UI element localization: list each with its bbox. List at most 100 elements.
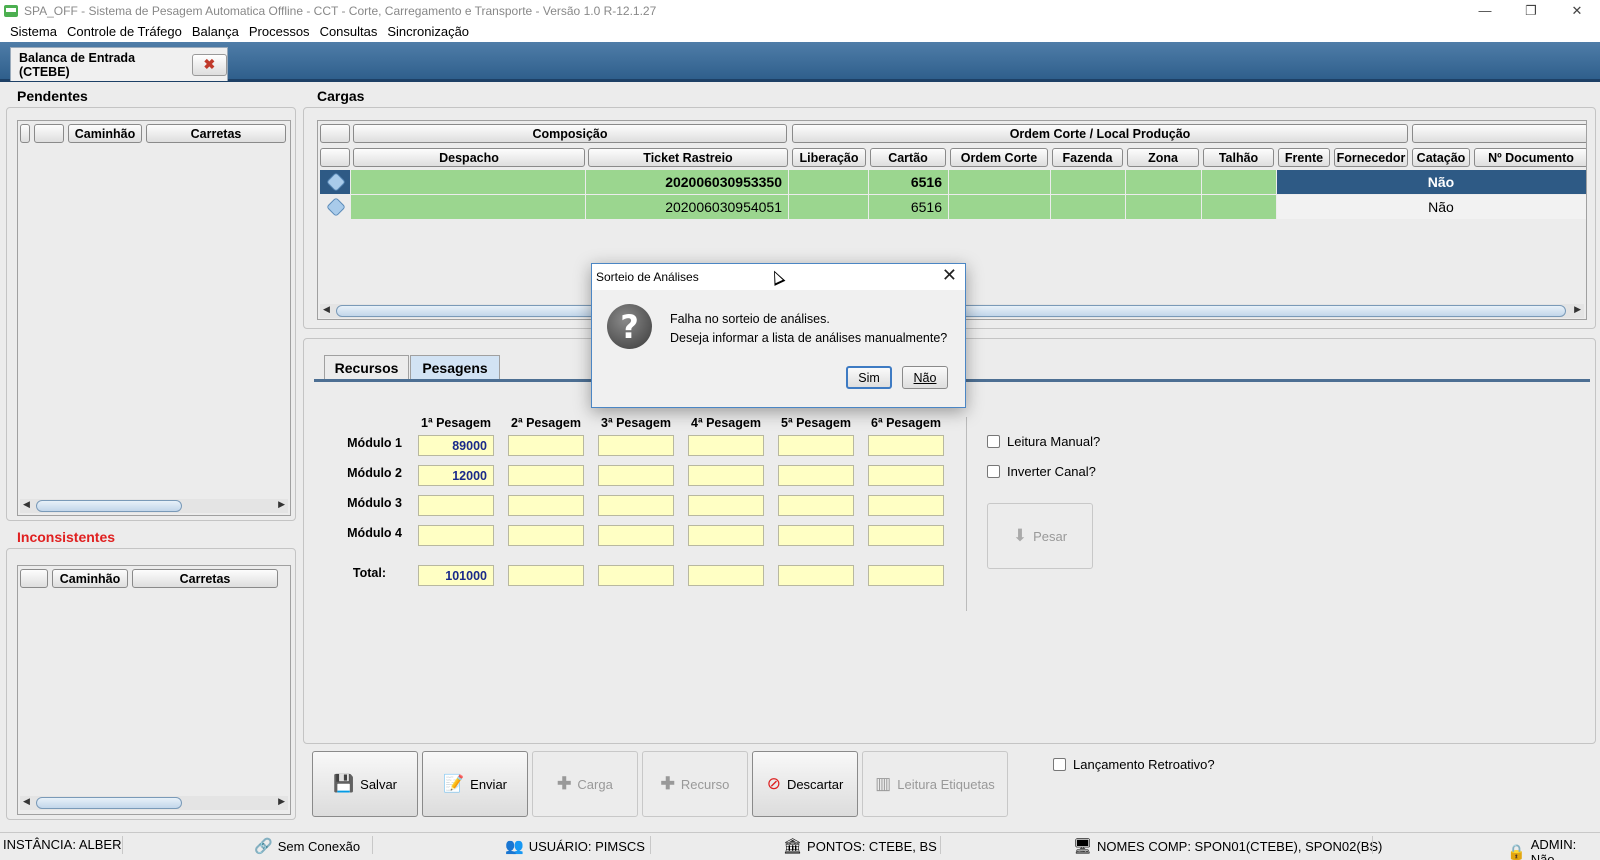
inconsistentes-col-caminhao[interactable]: Caminhão <box>52 569 128 588</box>
cargas-col-zona[interactable]: Zona <box>1127 148 1199 167</box>
modulo-2-pesagem-3[interactable] <box>598 465 674 486</box>
cargas-group-blank[interactable] <box>320 124 350 143</box>
modulo-4-pesagem-5[interactable] <box>778 525 854 546</box>
modulo-1-pesagem-3[interactable] <box>598 435 674 456</box>
carga-button[interactable]: ✚ Carga <box>532 751 638 817</box>
modulo-3-pesagem-4[interactable] <box>688 495 764 516</box>
recurso-button[interactable]: ✚ Recurso <box>642 751 748 817</box>
menu-sistema[interactable]: Sistema <box>5 24 62 39</box>
cargas-col-talhao[interactable]: Talhão <box>1203 148 1274 167</box>
scroll-right-arrow-icon[interactable]: ▶ <box>278 499 285 510</box>
lancamento-retroativo-checkbox[interactable]: Lançamento Retroativo? <box>1053 757 1215 772</box>
cargas-col-n-documento[interactable]: Nº Documento <box>1474 148 1586 167</box>
pendentes-col-caminhao[interactable]: Caminhão <box>68 124 142 143</box>
modulo-4-pesagem-1[interactable] <box>418 525 494 546</box>
table-row[interactable]: 202006030954051 6516 Não <box>318 195 1586 219</box>
cargas-col-frente[interactable]: Frente <box>1278 148 1330 167</box>
pendentes-list[interactable]: Caminhão Carretas ◀ ▶ <box>17 120 291 516</box>
pesar-label: Pesar <box>1033 528 1068 544</box>
minimize-button[interactable]: — <box>1462 0 1508 21</box>
modulo-1-pesagem-1[interactable]: 89000 <box>418 435 494 456</box>
inconsistentes-col-carretas[interactable]: Carretas <box>132 569 278 588</box>
modulo-3-pesagem-5[interactable] <box>778 495 854 516</box>
modulo-2-pesagem-4[interactable] <box>688 465 764 486</box>
cargas-col-cartao[interactable]: Cartão <box>870 148 946 167</box>
scroll-right-arrow-icon[interactable]: ▶ <box>278 796 285 807</box>
modulo-1-pesagem-2[interactable] <box>508 435 584 456</box>
modulo-3-pesagem-3[interactable] <box>598 495 674 516</box>
inconsistentes-list[interactable]: Caminhão Carretas ◀ ▶ <box>17 565 291 815</box>
salvar-button[interactable]: 💾 Salvar <box>312 751 418 817</box>
dialog-message-line-2: Deseja informar a lista de análises manu… <box>670 331 948 345</box>
enviar-button[interactable]: 📝 Enviar <box>422 751 528 817</box>
cargas-col-fazenda[interactable]: Fazenda <box>1052 148 1123 167</box>
inconsistentes-col-select[interactable] <box>20 569 48 588</box>
descartar-button[interactable]: ⊘ Descartar <box>752 751 858 817</box>
menu-controle-trafego[interactable]: Controle de Tráfego <box>62 24 187 39</box>
modulo-4-pesagem-2[interactable] <box>508 525 584 546</box>
scroll-left-arrow-icon[interactable]: ◀ <box>23 796 30 807</box>
modulo-1-pesagem-5[interactable] <box>778 435 854 456</box>
modulo-2-pesagem-6[interactable] <box>868 465 944 486</box>
scroll-thumb[interactable] <box>36 500 182 512</box>
tab-pesagens[interactable]: Pesagens <box>410 355 500 379</box>
modulo-3-pesagem-6[interactable] <box>868 495 944 516</box>
modulo-1-pesagem-4[interactable] <box>688 435 764 456</box>
leitura-etiquetas-button[interactable]: ▥ Leitura Etiquetas <box>862 751 1008 817</box>
pendentes-col-carretas[interactable]: Carretas <box>146 124 286 143</box>
cargas-col-ticket[interactable]: Ticket Rastreio <box>588 148 788 167</box>
menu-balanca[interactable]: Balança <box>187 24 244 39</box>
scroll-left-arrow-icon[interactable]: ◀ <box>23 499 30 510</box>
menu-processos[interactable]: Processos <box>244 24 315 39</box>
tab-recursos[interactable]: Recursos <box>324 355 409 379</box>
menu-consultas[interactable]: Consultas <box>315 24 383 39</box>
total-pesagem-3 <box>598 565 674 586</box>
inverter-canal-checkbox[interactable]: Inverter Canal? <box>987 464 1096 479</box>
divider <box>1372 836 1373 854</box>
cargas-col-ordem-corte[interactable]: Ordem Corte <box>950 148 1048 167</box>
cargas-col-select[interactable] <box>320 148 350 167</box>
tab-label: Balanca de Entrada (CTEBE) <box>19 50 136 79</box>
pendentes-col-select[interactable] <box>20 124 30 143</box>
pendentes-scrollbar[interactable]: ◀ ▶ <box>20 499 288 513</box>
dialog-close-icon[interactable]: ✕ <box>942 265 957 286</box>
checkbox-box[interactable] <box>987 465 1000 478</box>
close-tab-button[interactable]: ✖ <box>191 53 227 76</box>
menu-sincronizacao[interactable]: Sincronização <box>382 24 474 39</box>
status-instancia: INSTÂNCIA: ALBER <box>3 837 121 852</box>
checkbox-box[interactable] <box>987 435 1000 448</box>
plus-icon: ✚ <box>660 774 675 793</box>
modulo-4-pesagem-6[interactable] <box>868 525 944 546</box>
row-marker-icon <box>326 197 346 217</box>
cargas-col-liberacao[interactable]: Liberação <box>792 148 866 167</box>
cargas-col-fornecedor[interactable]: Fornecedor <box>1334 148 1408 167</box>
cargas-group-composicao[interactable]: Composição <box>353 124 787 143</box>
inconsistentes-scrollbar[interactable]: ◀ ▶ <box>20 796 288 810</box>
modulo-2-pesagem-1[interactable]: 12000 <box>418 465 494 486</box>
modulo-3-pesagem-1[interactable] <box>418 495 494 516</box>
scroll-thumb[interactable] <box>36 797 182 809</box>
scroll-left-arrow-icon[interactable]: ◀ <box>323 304 330 315</box>
modulo-4-pesagem-4[interactable] <box>688 525 764 546</box>
modulo-3-pesagem-2[interactable] <box>508 495 584 516</box>
cargas-group-extra[interactable] <box>1412 124 1586 143</box>
cargas-group-ordem-corte[interactable]: Ordem Corte / Local Produção <box>792 124 1408 143</box>
pendentes-col-blank[interactable] <box>34 124 64 143</box>
modulo-1-pesagem-6[interactable] <box>868 435 944 456</box>
modulo-2-pesagem-5[interactable] <box>778 465 854 486</box>
cargas-col-catacao[interactable]: Catação <box>1412 148 1470 167</box>
table-row[interactable]: 202006030953350 6516 Não <box>318 170 1586 194</box>
restore-button[interactable]: ❐ <box>1508 0 1554 21</box>
close-window-button[interactable]: ✕ <box>1554 0 1600 21</box>
leitura-manual-checkbox[interactable]: Leitura Manual? <box>987 434 1100 449</box>
instancia-text: INSTÂNCIA: ALBER <box>3 837 122 852</box>
modulo-4-pesagem-3[interactable] <box>598 525 674 546</box>
scroll-right-arrow-icon[interactable]: ▶ <box>1574 304 1581 315</box>
pesar-button[interactable]: ⬇ Pesar <box>987 503 1093 569</box>
modulo-2-pesagem-2[interactable] <box>508 465 584 486</box>
checkbox-box[interactable] <box>1053 758 1066 771</box>
nao-button[interactable]: Não <box>902 366 948 389</box>
cargas-col-despacho[interactable]: Despacho <box>353 148 585 167</box>
sim-button[interactable]: Sim <box>846 366 892 389</box>
tab-balanca-entrada[interactable]: Balanca de Entrada (CTEBE) ✖ <box>10 47 228 81</box>
